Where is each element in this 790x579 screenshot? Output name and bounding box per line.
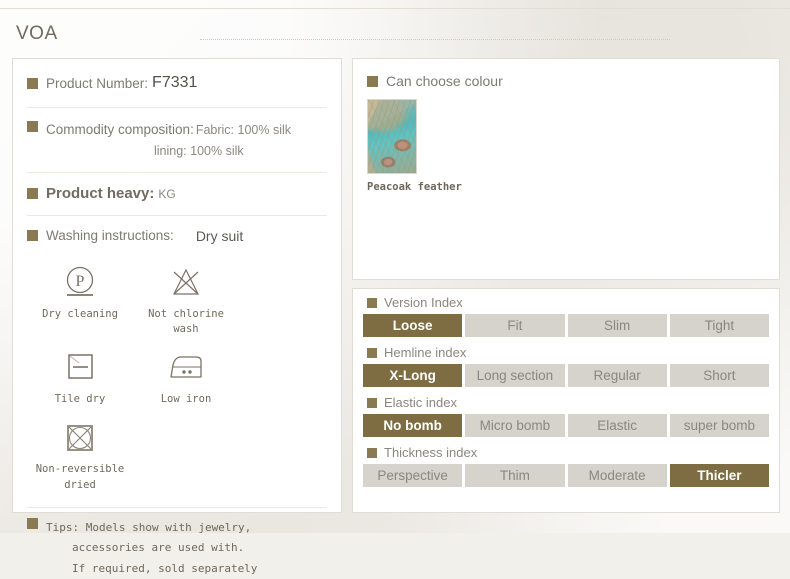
colour-swatch-label: Peacoak feather (367, 181, 462, 193)
square-bullet-icon (27, 517, 38, 529)
index-group-title: Thickness index (384, 445, 478, 460)
square-bullet-icon (367, 347, 377, 358)
product-number-label: Product Number: (46, 75, 149, 91)
square-bullet-icon (367, 447, 377, 458)
care-symbol-caption: Tile dry (54, 393, 106, 406)
square-bullet-icon (27, 121, 38, 132)
colour-swatch-list: Peacoak feather (353, 89, 779, 193)
index-group-title: Hemline index (384, 345, 467, 360)
index-group-header: Thickness index (363, 439, 769, 464)
product-detail-page: VOA Product Number: F7331 Commodity comp… (0, 0, 790, 575)
index-option-loose[interactable]: Loose (363, 314, 463, 337)
composition-fabric-line: Fabric: 100% silk (195, 123, 292, 137)
index-group-title: Elastic index (384, 395, 457, 410)
colour-swatch-item[interactable]: Peacoak feather (367, 99, 779, 193)
product-weight-row: Product heavy: KG (13, 173, 341, 215)
tips-line: If required, sold separately (72, 561, 258, 575)
index-group-header: Elastic index (363, 389, 769, 414)
index-option-row: Perspective Thim Moderate Thicler (363, 464, 769, 487)
index-group-header: Hemline index (363, 339, 769, 364)
care-symbol-caption: Low iron (160, 393, 212, 406)
care-symbol-non-reversible-dried: Non-reversible dried (27, 417, 133, 492)
square-bullet-icon (27, 188, 38, 200)
washing-instructions-label: Washing instructions: (46, 228, 174, 244)
care-symbol-caption: Not chlorine wash (148, 307, 224, 336)
index-group-title: Version Index (384, 295, 463, 310)
index-group-thickness: Thickness index Perspective Thim Moderat… (363, 439, 769, 487)
tips-section: Tips: Models show with jewelry, accessor… (13, 508, 341, 579)
index-option-row: Loose Fit Slim Tight (363, 314, 769, 337)
square-bullet-icon (367, 397, 377, 408)
index-option-fit[interactable]: Fit (465, 314, 565, 337)
colour-panel-header: Can choose colour (353, 59, 779, 89)
index-option-regular[interactable]: Regular (567, 364, 667, 387)
square-bullet-icon (367, 297, 377, 308)
composition-lining-line: lining: 100% silk (154, 143, 244, 158)
index-option-tight[interactable]: Tight (669, 314, 769, 337)
product-number-value: F7331 (152, 74, 198, 91)
index-group-header: Version Index (363, 289, 769, 314)
index-option-micro-bomb[interactable]: Micro bomb (465, 414, 565, 437)
svg-text:P: P (76, 273, 85, 290)
index-option-x-long[interactable]: X-Long (363, 364, 463, 387)
product-info-panel: Product Number: F7331 Commodity composit… (12, 58, 342, 575)
care-symbol-tile-dry: Tile dry (27, 347, 133, 407)
composition-label: Commodity composition (46, 122, 191, 137)
tips-line: Tips: Models show with jewelry, (46, 520, 252, 534)
care-symbol-no-chlorine: Not chlorine wash (133, 262, 239, 337)
peacock-feather-swatch-image[interactable] (367, 99, 417, 174)
index-option-super-bomb[interactable]: super bomb (669, 414, 769, 437)
care-symbol-grid: P Dry cleaning Not chlorine wash Tile dr… (13, 256, 341, 507)
tips-line: accessories are used with. (72, 541, 245, 555)
index-option-slim[interactable]: Slim (567, 314, 667, 337)
care-symbol-caption: Dry cleaning (42, 307, 118, 320)
care-symbol-dry-cleaning: P Dry cleaning (27, 262, 133, 337)
attribute-index-panel: Version Index Loose Fit Slim Tight Hemli… (352, 288, 780, 513)
index-option-short[interactable]: Short (669, 364, 769, 387)
index-option-row: No bomb Micro bomb Elastic super bomb (363, 414, 769, 437)
header-dotted-rule (200, 39, 670, 40)
colour-panel-title: Can choose colour (386, 73, 503, 89)
composition-colon: : (190, 122, 194, 137)
index-group-elastic: Elastic index No bomb Micro bomb Elastic… (363, 389, 769, 437)
composition-row: Commodity composition: Fabric: 100% silk … (13, 108, 341, 172)
square-bullet-icon (27, 230, 38, 242)
brand-logo: VOA (16, 23, 58, 44)
index-groups: Version Index Loose Fit Slim Tight Hemli… (353, 289, 779, 487)
index-option-moderate[interactable]: Moderate (567, 464, 667, 487)
dry-cleaning-p-circle-icon: P (60, 262, 100, 304)
index-group-hemline: Hemline index X-Long Long section Regula… (363, 339, 769, 387)
washing-instructions-row: Washing instructions: Dry suit (13, 216, 341, 256)
page-header: VOA (0, 8, 790, 48)
index-option-perspective[interactable]: Perspective (363, 464, 463, 487)
product-weight-unit: KG (158, 186, 176, 201)
index-option-row: X-Long Long section Regular Short (363, 364, 769, 387)
index-option-elastic[interactable]: Elastic (567, 414, 667, 437)
low-iron-two-dots-icon (164, 347, 208, 389)
index-option-thim[interactable]: Thim (465, 464, 565, 487)
index-group-version: Version Index Loose Fit Slim Tight (363, 289, 769, 337)
index-option-thicler[interactable]: Thicler (669, 464, 769, 487)
no-chlorine-triangle-cross-icon (166, 262, 206, 304)
index-option-no-bomb[interactable]: No bomb (363, 414, 463, 437)
index-option-long-section[interactable]: Long section (465, 364, 565, 387)
product-weight-label: Product heavy: (46, 185, 155, 203)
swatch-texture-layer (368, 100, 416, 173)
non-reversible-dried-icon (60, 417, 100, 459)
care-symbol-low-iron: Low iron (133, 347, 239, 407)
colour-选-panel: Can choose colour Peacoak feather (352, 58, 780, 280)
washing-instructions-value: Dry suit (195, 227, 244, 244)
tile-dry-square-icon (60, 347, 100, 389)
square-bullet-icon (27, 77, 38, 89)
product-number-row: Product Number: F7331 (13, 59, 341, 107)
square-bullet-icon (367, 75, 378, 87)
care-symbol-caption: Non-reversible dried (35, 463, 125, 491)
